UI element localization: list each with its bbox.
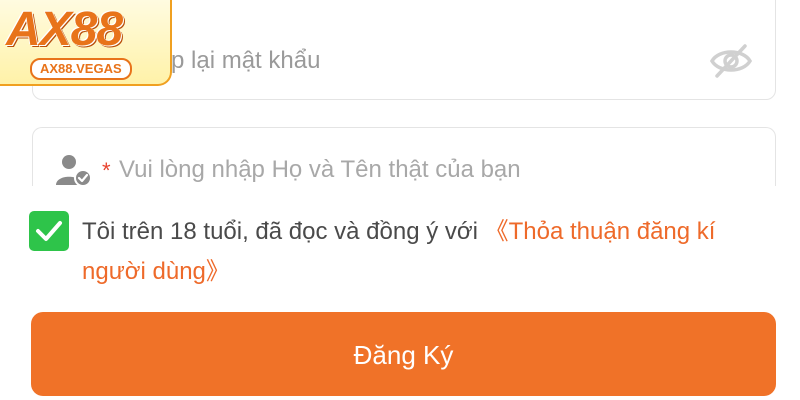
eye-off-icon[interactable] bbox=[709, 43, 753, 79]
full-name-placeholder: Vui lòng nhập Họ và Tên thật của bạn bbox=[119, 156, 521, 183]
logo-domain-text: AX88.VEGAS bbox=[30, 58, 132, 80]
logo: AX88 AX88.VEGAS bbox=[0, 0, 172, 86]
register-form: p lại mật khẩu * Vui lòng nhập Họ và Tên… bbox=[0, 0, 800, 400]
confirm-password-text: p lại mật khẩu bbox=[171, 47, 321, 74]
user-verified-icon bbox=[56, 155, 92, 187]
check-icon bbox=[36, 221, 62, 241]
required-mark: * bbox=[102, 158, 111, 183]
agreement-text: Tôi trên 18 tuổi, đã đọc và đồng ý với 《… bbox=[82, 212, 782, 292]
agree-checkbox[interactable] bbox=[29, 211, 69, 251]
register-button[interactable]: Đăng Ký bbox=[31, 312, 776, 396]
logo-main-text: AX88 bbox=[6, 3, 123, 56]
agreement-statement: Tôi trên 18 tuổi, đã đọc và đồng ý với bbox=[82, 218, 485, 245]
